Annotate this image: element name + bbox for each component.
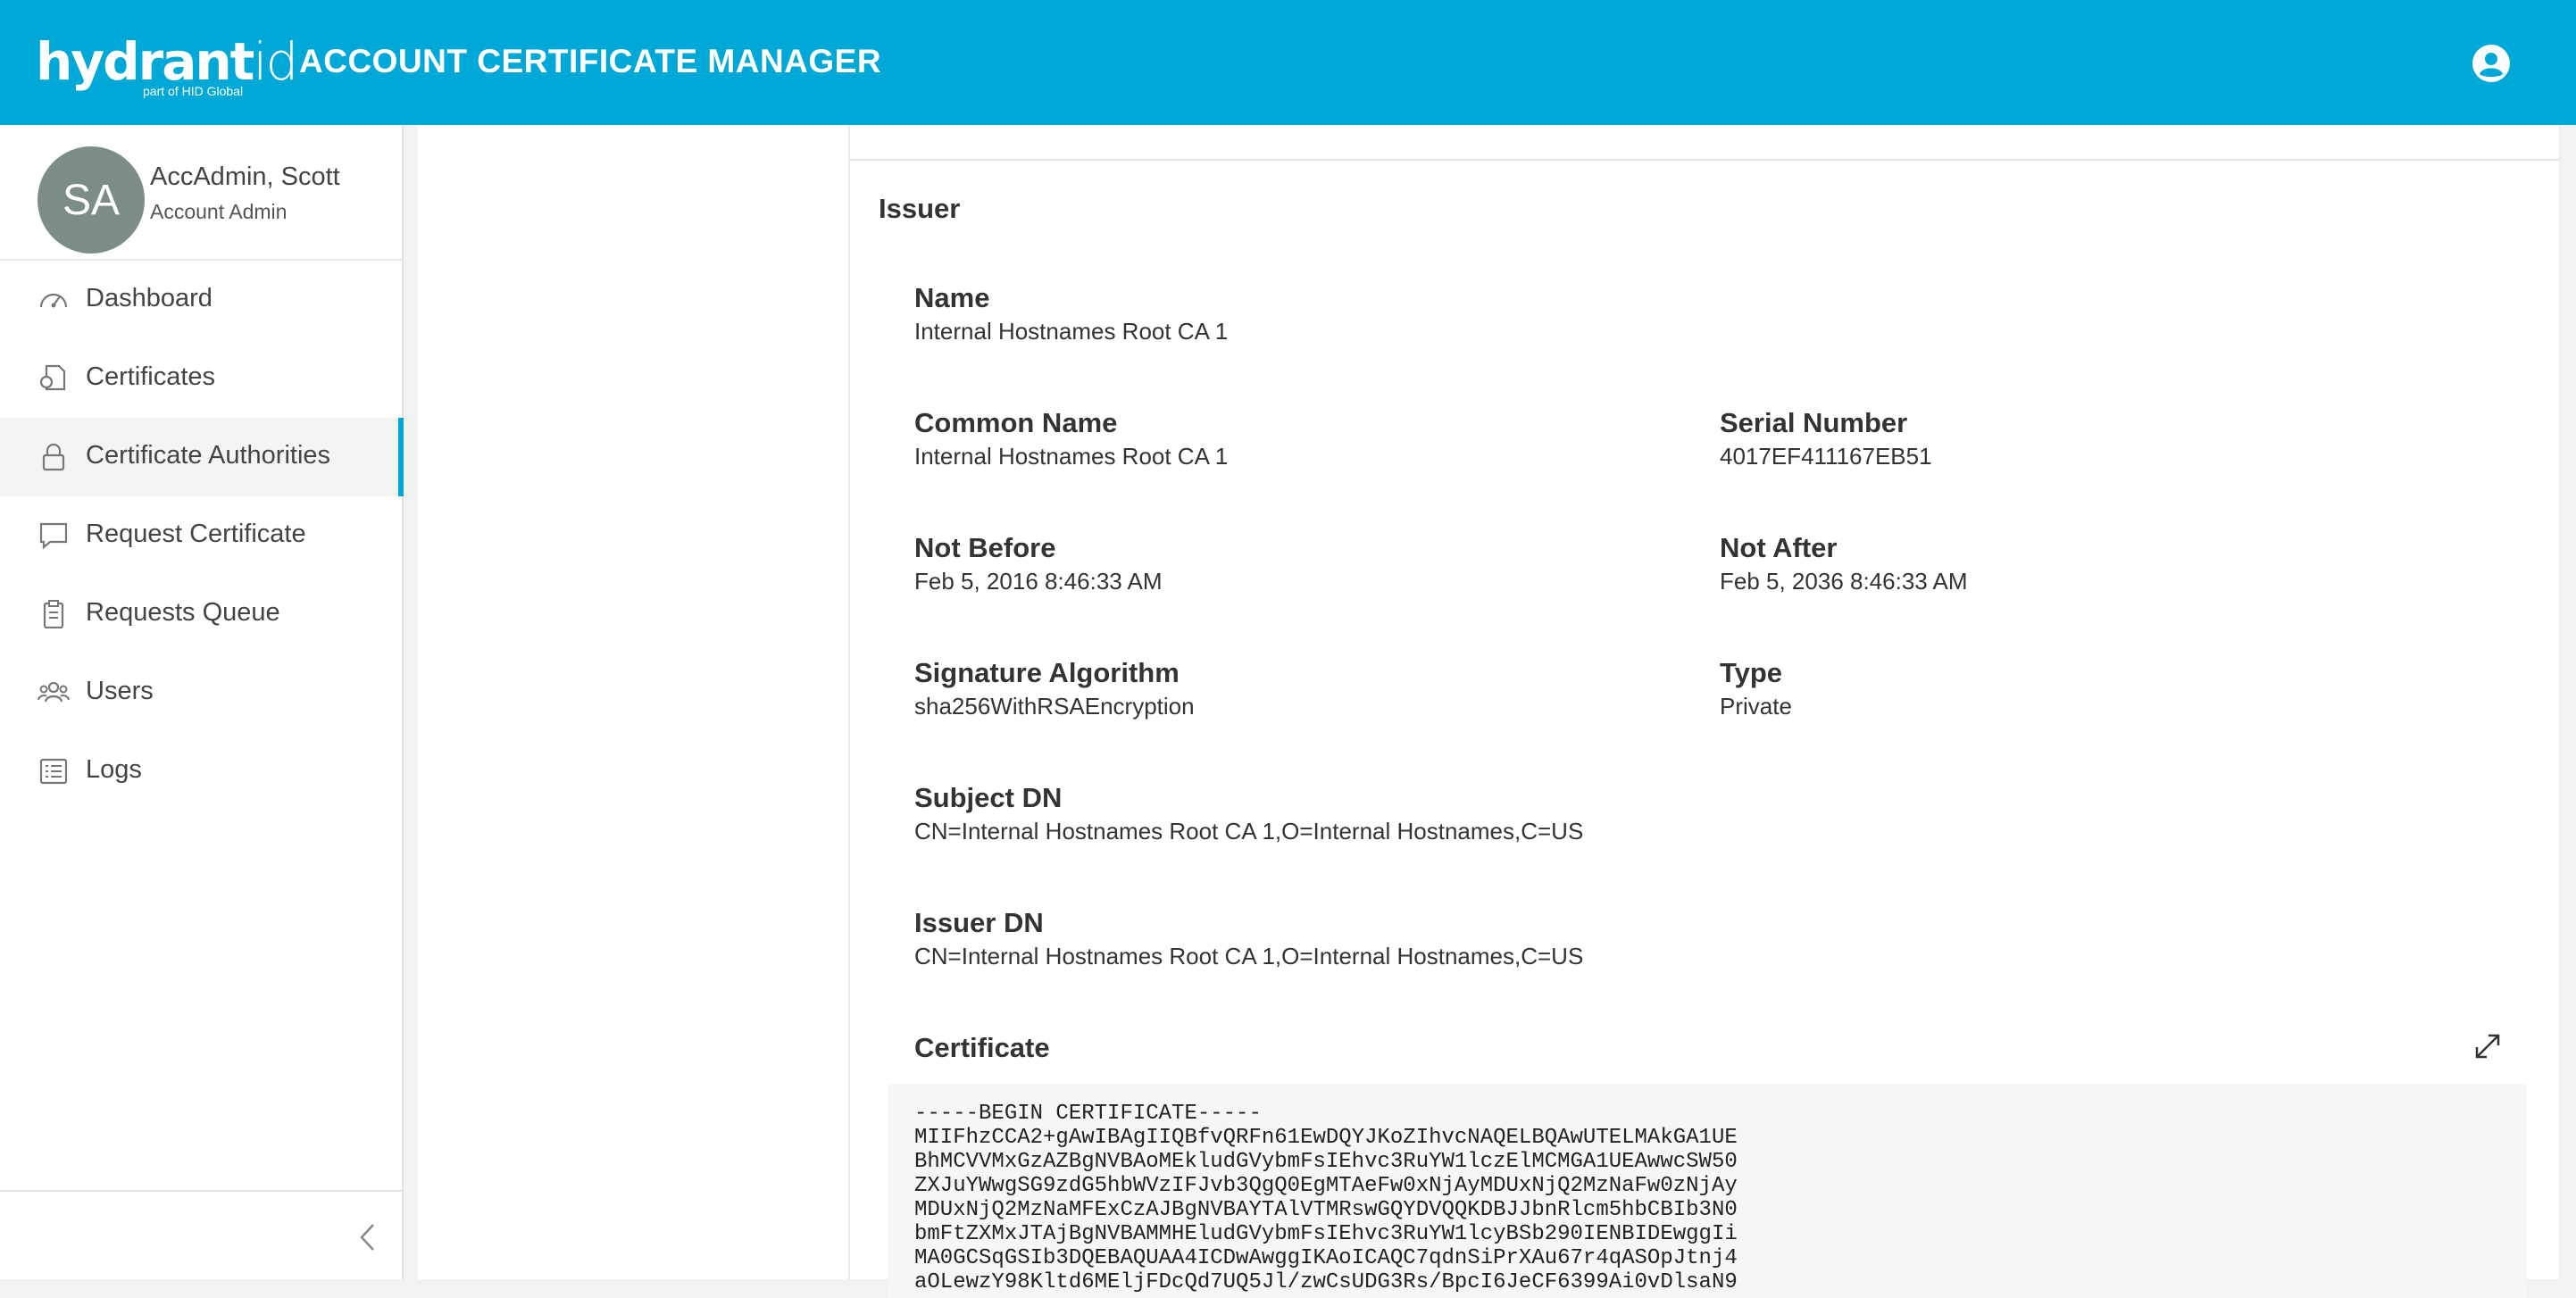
hydrantid-logo[interactable]: hydrantid part of HID Global [36, 34, 298, 98]
not-before-label: Not Before [914, 532, 1056, 563]
sidebar-item-label: Logs [86, 755, 142, 784]
user-profile: SA AccAdmin, Scott Account Admin [0, 125, 402, 261]
expand-arrows-icon [2475, 1034, 2500, 1059]
app-title: ACCOUNT CERTIFICATE MANAGER [299, 43, 882, 79]
logo-wordmark: hydrantid [36, 31, 298, 92]
sidebar-item-label: Users [86, 677, 154, 705]
sidebar-item-request-certificate[interactable]: Request Certificate [0, 496, 402, 575]
serial-number-value: 4017EF411167EB51 [1720, 443, 1932, 470]
certificate-pem-box[interactable]: -----BEGIN CERTIFICATE----- MIIFhzCCA2+g… [888, 1084, 2527, 1298]
sidebar-item-requests-queue[interactable]: Requests Queue [0, 575, 402, 653]
subject-dn-value: CN=Internal Hostnames Root CA 1,O=Intern… [914, 818, 1584, 845]
sidebar-item-label: Dashboard [86, 284, 213, 312]
issuer-dn-label: Issuer DN [914, 907, 1044, 938]
issuer-dn-value: CN=Internal Hostnames Root CA 1,O=Intern… [914, 943, 1584, 969]
lock-icon [42, 443, 65, 471]
logo-text-id: id [253, 31, 298, 92]
profile-name: AccAdmin, Scott [150, 162, 340, 191]
common-name-value: Internal Hostnames Root CA 1 [914, 443, 1229, 470]
serial-number-label: Serial Number [1720, 407, 1908, 438]
type-label: Type [1720, 657, 1783, 688]
sidebar-collapse-button[interactable] [0, 1190, 402, 1279]
sidebar-item-label: Certificate Authorities [86, 441, 331, 470]
logo-text: hydrant [36, 31, 254, 92]
common-name-label: Common Name [914, 407, 1118, 438]
sidebar: SA AccAdmin, Scott Account Admin Dashboa… [0, 125, 404, 1279]
list-icon [39, 758, 68, 785]
divider [850, 159, 2559, 161]
clipboard-icon [43, 600, 64, 628]
not-after-label: Not After [1720, 532, 1838, 563]
not-after-value: Feb 5, 2036 8:46:33 AM [1720, 568, 1968, 595]
signature-algorithm-label: Signature Algorithm [914, 657, 1180, 688]
certificate-pem-text: -----BEGIN CERTIFICATE----- MIIFhzCCA2+g… [914, 1102, 1738, 1294]
name-label: Name [914, 282, 990, 313]
user-menu-button[interactable] [2472, 44, 2511, 83]
certificate-icon [39, 364, 66, 391]
list-panel [418, 125, 848, 1279]
top-app-bar: hydrantid part of HID Global ACCOUNT CER… [0, 0, 2576, 125]
expand-certificate-button[interactable] [2472, 1030, 2504, 1062]
type-value: Private [1720, 693, 1792, 720]
not-before-value: Feb 5, 2016 8:46:33 AM [914, 568, 1163, 595]
name-value: Internal Hostnames Root CA 1 [914, 318, 1229, 345]
signature-algorithm-value: sha256WithRSAEncryption [914, 693, 1195, 720]
sidebar-item-dashboard[interactable]: Dashboard [0, 261, 402, 339]
logo-subtitle: part of HID Global [143, 84, 244, 98]
sidebar-item-label: Certificates [86, 362, 216, 391]
avatar: SA [38, 146, 145, 254]
sidebar-item-users[interactable]: Users [0, 653, 402, 732]
certificate-label: Certificate [914, 1032, 1050, 1063]
dashboard-gauge-icon [39, 293, 68, 308]
issuer-section-title: Issuer [879, 193, 961, 224]
sidebar-item-certificates[interactable]: Certificates [0, 339, 402, 418]
profile-role: Account Admin [150, 200, 288, 223]
subject-dn-label: Subject DN [914, 782, 1063, 813]
certificate-detail-panel: Issuer Name Internal Hostnames Root CA 1… [848, 125, 2561, 1298]
user-circle-icon [2472, 45, 2510, 82]
chevron-left-icon [360, 1224, 374, 1251]
sidebar-item-label: Requests Queue [86, 598, 280, 627]
sidebar-item-certificate-authorities[interactable]: Certificate Authorities [0, 418, 404, 496]
users-icon [38, 681, 70, 703]
chat-bubble-icon [39, 522, 68, 550]
sidebar-item-logs[interactable]: Logs [0, 732, 402, 811]
sidebar-item-label: Request Certificate [86, 520, 306, 548]
